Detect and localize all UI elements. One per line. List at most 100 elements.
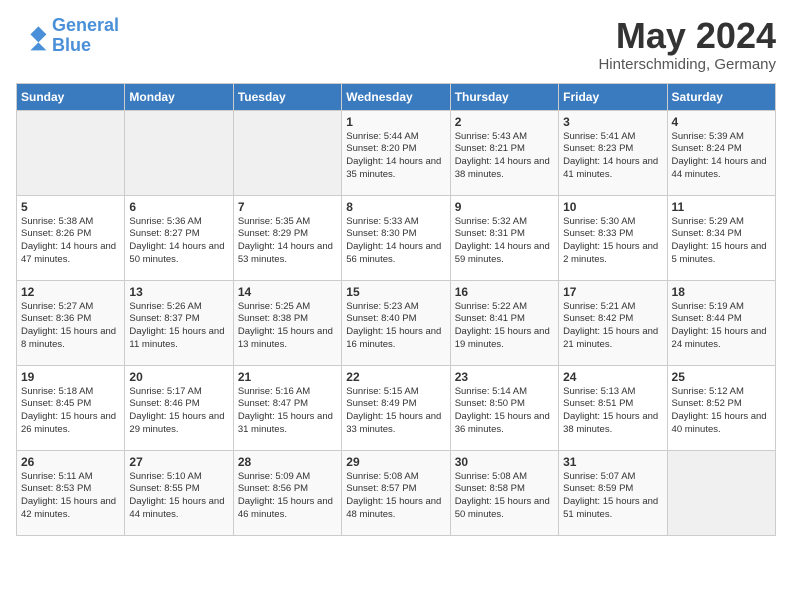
weekday-header-wednesday: Wednesday <box>342 83 450 110</box>
day-number: 15 <box>346 285 445 299</box>
day-info: Sunrise: 5:11 AM Sunset: 8:53 PM Dayligh… <box>21 471 120 522</box>
day-info: Sunrise: 5:39 AM Sunset: 8:24 PM Dayligh… <box>672 131 771 182</box>
day-info: Sunrise: 5:32 AM Sunset: 8:31 PM Dayligh… <box>455 216 554 267</box>
week-row-3: 12 Sunrise: 5:27 AM Sunset: 8:36 PM Dayli… <box>17 280 776 365</box>
calendar-cell: 14Sunrise: 5:25 AM Sunset: 8:38 PM Dayli… <box>233 280 341 365</box>
day-info: Sunrise: 5:23 AM Sunset: 8:40 PM Dayligh… <box>346 301 445 352</box>
day-number: 29 <box>346 455 445 469</box>
title-block: May 2024 Hinterschmiding, Germany <box>598 16 776 73</box>
day-info: Sunrise: 5:43 AM Sunset: 8:21 PM Dayligh… <box>455 131 554 182</box>
weekday-header-thursday: Thursday <box>450 83 558 110</box>
week-row-1: 1 Sunrise: 5:44 AM Sunset: 8:20 PM Daylig… <box>17 110 776 195</box>
day-info: Sunrise: 5:12 AM Sunset: 8:52 PM Dayligh… <box>672 386 771 437</box>
week-row-5: 26Sunrise: 5:11 AM Sunset: 8:53 PM Dayli… <box>17 450 776 535</box>
week-row-2: 5Sunrise: 5:38 AM Sunset: 8:26 PM Daylig… <box>17 195 776 280</box>
day-number: 21 <box>238 370 337 384</box>
calendar-cell <box>667 450 775 535</box>
day-info: Sunrise: 5:29 AM Sunset: 8:34 PM Dayligh… <box>672 216 771 267</box>
calendar-cell: 18 Sunrise: 5:19 AM Sunset: 8:44 PM Dayli… <box>667 280 775 365</box>
calendar-cell: 24 Sunrise: 5:13 AM Sunset: 8:51 PM Dayli… <box>559 365 667 450</box>
day-number: 10 <box>563 200 662 214</box>
day-info: Sunrise: 5:17 AM Sunset: 8:46 PM Dayligh… <box>129 386 228 437</box>
calendar-cell: 26Sunrise: 5:11 AM Sunset: 8:53 PM Dayli… <box>17 450 125 535</box>
calendar-cell: 25 Sunrise: 5:12 AM Sunset: 8:52 PM Dayli… <box>667 365 775 450</box>
calendar-cell <box>125 110 233 195</box>
weekday-header-monday: Monday <box>125 83 233 110</box>
day-number: 4 <box>672 115 771 129</box>
calendar-cell: 21Sunrise: 5:16 AM Sunset: 8:47 PM Dayli… <box>233 365 341 450</box>
calendar-table: SundayMondayTuesdayWednesdayThursdayFrid… <box>16 83 776 536</box>
day-info: Sunrise: 5:41 AM Sunset: 8:23 PM Dayligh… <box>563 131 662 182</box>
day-info: Sunrise: 5:14 AM Sunset: 8:50 PM Dayligh… <box>455 386 554 437</box>
day-info: Sunrise: 5:08 AM Sunset: 8:57 PM Dayligh… <box>346 471 445 522</box>
calendar-cell: 8 Sunrise: 5:33 AM Sunset: 8:30 PM Daylig… <box>342 195 450 280</box>
day-number: 11 <box>672 200 771 214</box>
page-header: General Blue May 2024 Hinterschmiding, G… <box>16 16 776 73</box>
day-number: 5 <box>21 200 120 214</box>
day-info: Sunrise: 5:33 AM Sunset: 8:30 PM Dayligh… <box>346 216 445 267</box>
day-info: Sunrise: 5:07 AM Sunset: 8:59 PM Dayligh… <box>563 471 662 522</box>
calendar-cell: 20 Sunrise: 5:17 AM Sunset: 8:46 PM Dayli… <box>125 365 233 450</box>
day-number: 8 <box>346 200 445 214</box>
day-number: 2 <box>455 115 554 129</box>
logo-text: General Blue <box>52 16 119 56</box>
logo-icon <box>16 20 48 52</box>
calendar-cell: 1 Sunrise: 5:44 AM Sunset: 8:20 PM Daylig… <box>342 110 450 195</box>
day-number: 17 <box>563 285 662 299</box>
day-number: 23 <box>455 370 554 384</box>
day-info: Sunrise: 5:36 AM Sunset: 8:27 PM Dayligh… <box>129 216 228 267</box>
day-number: 20 <box>129 370 228 384</box>
day-info: Sunrise: 5:18 AM Sunset: 8:45 PM Dayligh… <box>21 386 120 437</box>
day-info: Sunrise: 5:21 AM Sunset: 8:42 PM Dayligh… <box>563 301 662 352</box>
day-number: 1 <box>346 115 445 129</box>
calendar-cell: 15 Sunrise: 5:23 AM Sunset: 8:40 PM Dayli… <box>342 280 450 365</box>
calendar-cell: 3 Sunrise: 5:41 AM Sunset: 8:23 PM Daylig… <box>559 110 667 195</box>
day-number: 7 <box>238 200 337 214</box>
calendar-cell: 30Sunrise: 5:08 AM Sunset: 8:58 PM Dayli… <box>450 450 558 535</box>
month-title: May 2024 <box>598 16 776 56</box>
day-number: 9 <box>455 200 554 214</box>
day-info: Sunrise: 5:27 AM Sunset: 8:36 PM Dayligh… <box>21 301 120 352</box>
weekday-header-row: SundayMondayTuesdayWednesdayThursdayFrid… <box>17 83 776 110</box>
day-number: 22 <box>346 370 445 384</box>
calendar-cell: 31 Sunrise: 5:07 AM Sunset: 8:59 PM Dayli… <box>559 450 667 535</box>
calendar-cell: 17 Sunrise: 5:21 AM Sunset: 8:42 PM Dayli… <box>559 280 667 365</box>
calendar-cell: 9 Sunrise: 5:32 AM Sunset: 8:31 PM Daylig… <box>450 195 558 280</box>
calendar-cell: 27 Sunrise: 5:10 AM Sunset: 8:55 PM Dayli… <box>125 450 233 535</box>
day-number: 14 <box>238 285 337 299</box>
calendar-cell <box>17 110 125 195</box>
calendar-cell: 6 Sunrise: 5:36 AM Sunset: 8:27 PM Daylig… <box>125 195 233 280</box>
day-number: 25 <box>672 370 771 384</box>
day-info: Sunrise: 5:15 AM Sunset: 8:49 PM Dayligh… <box>346 386 445 437</box>
day-number: 27 <box>129 455 228 469</box>
calendar-cell: 2 Sunrise: 5:43 AM Sunset: 8:21 PM Daylig… <box>450 110 558 195</box>
day-number: 16 <box>455 285 554 299</box>
day-info: Sunrise: 5:13 AM Sunset: 8:51 PM Dayligh… <box>563 386 662 437</box>
day-info: Sunrise: 5:10 AM Sunset: 8:55 PM Dayligh… <box>129 471 228 522</box>
calendar-cell: 29 Sunrise: 5:08 AM Sunset: 8:57 PM Dayli… <box>342 450 450 535</box>
weekday-header-tuesday: Tuesday <box>233 83 341 110</box>
day-number: 24 <box>563 370 662 384</box>
calendar-cell: 10 Sunrise: 5:30 AM Sunset: 8:33 PM Dayli… <box>559 195 667 280</box>
calendar-cell: 5Sunrise: 5:38 AM Sunset: 8:26 PM Daylig… <box>17 195 125 280</box>
day-info: Sunrise: 5:26 AM Sunset: 8:37 PM Dayligh… <box>129 301 228 352</box>
day-number: 19 <box>21 370 120 384</box>
day-number: 12 <box>21 285 120 299</box>
day-info: Sunrise: 5:08 AM Sunset: 8:58 PM Dayligh… <box>455 471 554 522</box>
calendar-cell: 16 Sunrise: 5:22 AM Sunset: 8:41 PM Dayli… <box>450 280 558 365</box>
logo-line2: Blue <box>52 36 119 56</box>
location-subtitle: Hinterschmiding, Germany <box>598 56 776 73</box>
day-info: Sunrise: 5:22 AM Sunset: 8:41 PM Dayligh… <box>455 301 554 352</box>
day-number: 28 <box>238 455 337 469</box>
day-number: 31 <box>563 455 662 469</box>
day-number: 18 <box>672 285 771 299</box>
weekday-header-sunday: Sunday <box>17 83 125 110</box>
day-info: Sunrise: 5:19 AM Sunset: 8:44 PM Dayligh… <box>672 301 771 352</box>
day-number: 3 <box>563 115 662 129</box>
weekday-header-saturday: Saturday <box>667 83 775 110</box>
day-info: Sunrise: 5:30 AM Sunset: 8:33 PM Dayligh… <box>563 216 662 267</box>
calendar-cell: 19 Sunrise: 5:18 AM Sunset: 8:45 PM Dayli… <box>17 365 125 450</box>
day-info: Sunrise: 5:44 AM Sunset: 8:20 PM Dayligh… <box>346 131 445 182</box>
day-info: Sunrise: 5:09 AM Sunset: 8:56 PM Dayligh… <box>238 471 337 522</box>
day-number: 6 <box>129 200 228 214</box>
